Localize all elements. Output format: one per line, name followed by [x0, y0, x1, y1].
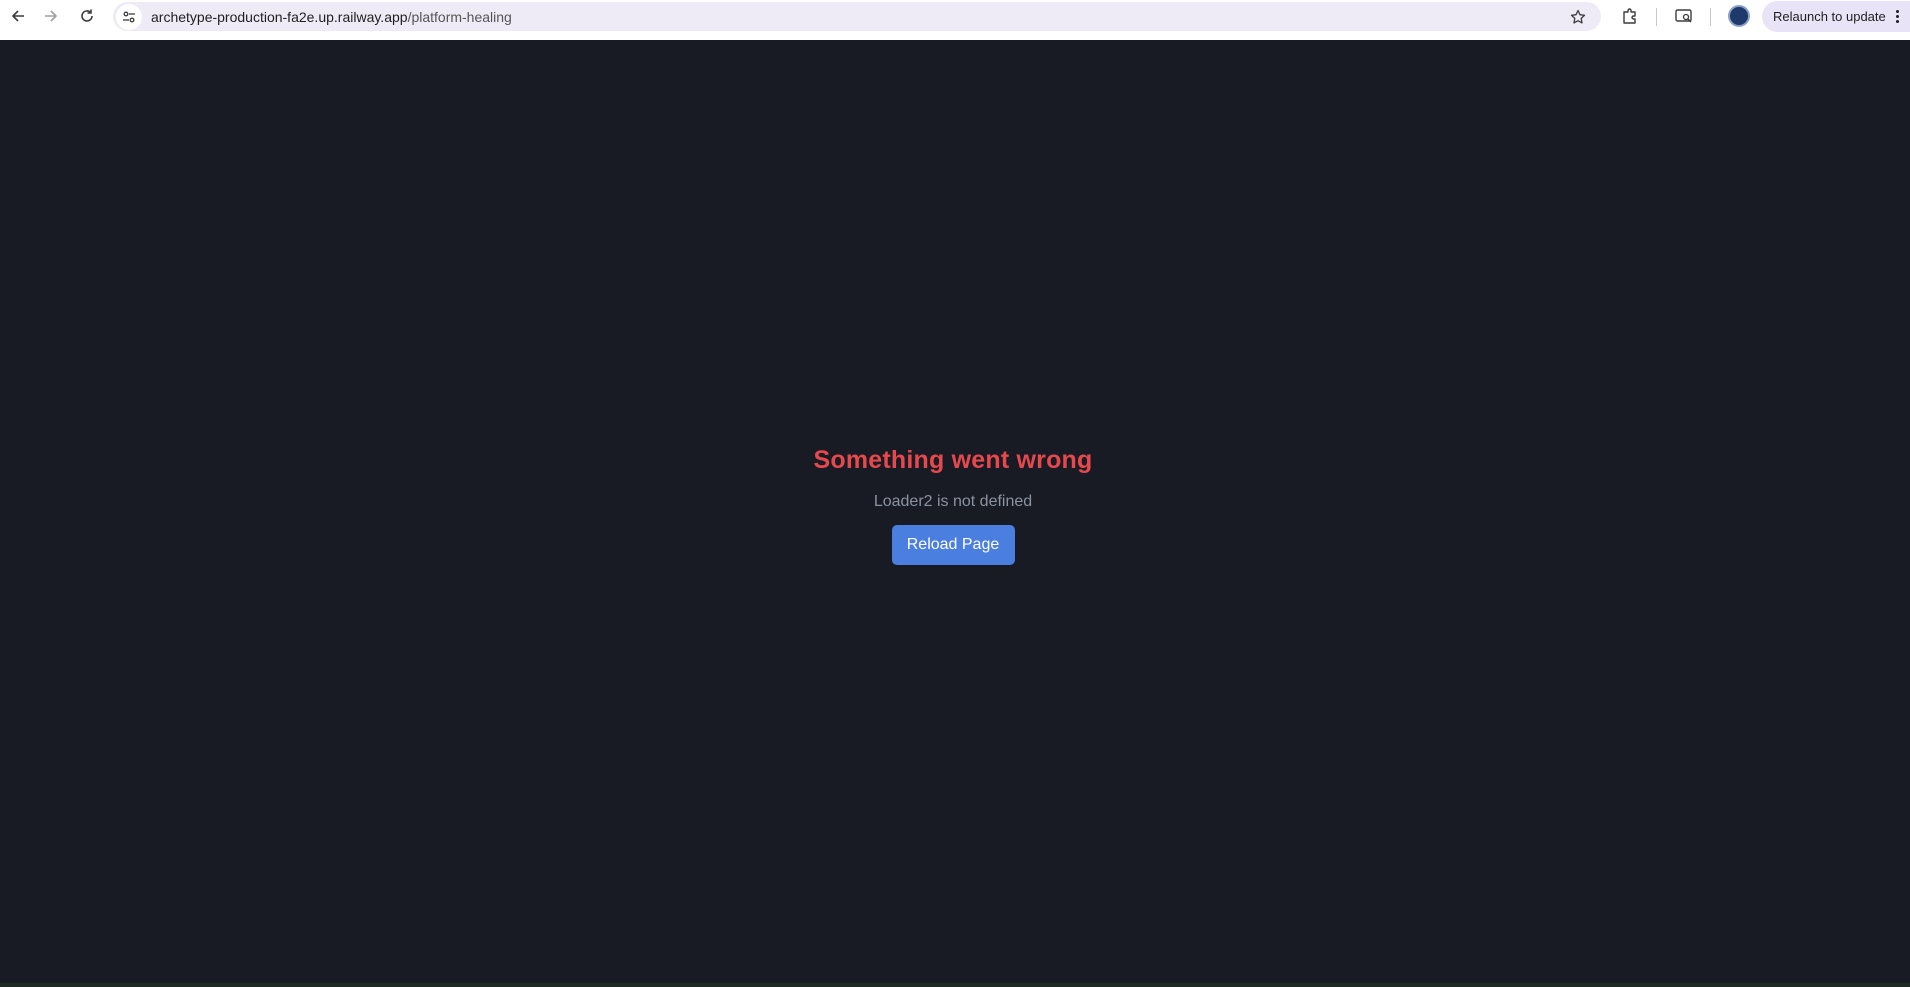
- error-title: Something went wrong: [813, 446, 1093, 474]
- toolbar-divider: [1710, 8, 1711, 26]
- relaunch-button[interactable]: Relaunch to update: [1762, 1, 1910, 32]
- address-bar[interactable]: archetype-production-fa2e.up.railway.app…: [113, 2, 1601, 31]
- forward-arrow-icon[interactable]: [33, 1, 69, 31]
- browser-toolbar: archetype-production-fa2e.up.railway.app…: [0, 0, 1910, 40]
- reload-icon[interactable]: [69, 1, 105, 31]
- error-message: Loader2 is not defined: [873, 493, 1033, 510]
- search-tab-icon[interactable]: [1671, 4, 1697, 28]
- bottom-edge: [0, 983, 1910, 987]
- profile-avatar-icon[interactable]: [1728, 5, 1750, 27]
- toolbar-divider: [1656, 8, 1657, 26]
- reload-page-button[interactable]: Reload Page: [891, 525, 1015, 565]
- back-arrow-icon[interactable]: [0, 1, 36, 31]
- extensions-icon[interactable]: [1617, 4, 1643, 28]
- page-content: Something went wrong Loader2 is not defi…: [0, 40, 1910, 985]
- url-host: archetype-production-fa2e.up.railway.app: [151, 8, 408, 25]
- bookmark-star-icon[interactable]: [1567, 6, 1589, 28]
- url-path: /platform-healing: [407, 8, 512, 25]
- site-info-icon[interactable]: [116, 3, 142, 30]
- more-menu-icon[interactable]: [1895, 10, 1899, 23]
- relaunch-label: Relaunch to update: [1773, 9, 1886, 24]
- error-panel: Something went wrong Loader2 is not defi…: [0, 446, 1906, 565]
- url-text[interactable]: archetype-production-fa2e.up.railway.app…: [151, 9, 512, 25]
